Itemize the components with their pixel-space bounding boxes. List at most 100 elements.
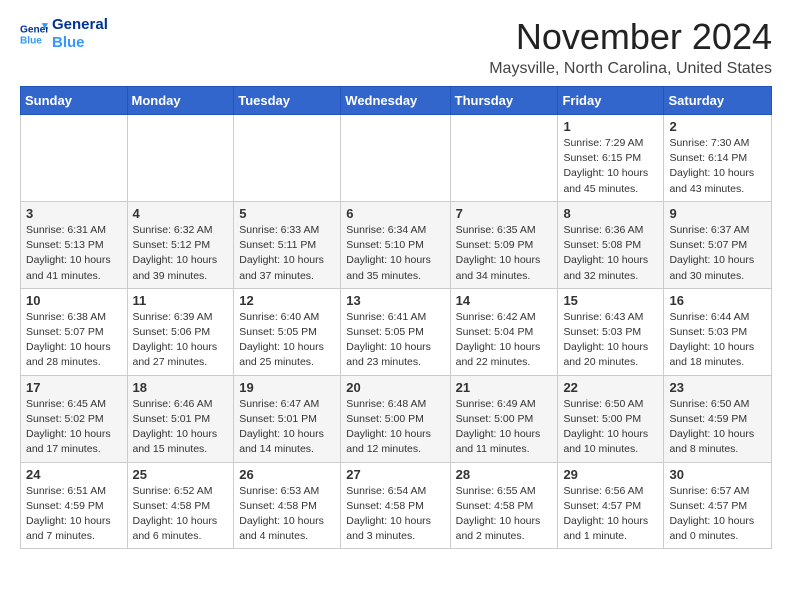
day-detail: Sunrise: 6:44 AM Sunset: 5:03 PM Dayligh… [669,311,754,369]
day-detail: Sunrise: 6:36 AM Sunset: 5:08 PM Dayligh… [563,224,648,282]
calendar-table: SundayMondayTuesdayWednesdayThursdayFrid… [20,86,772,549]
logo-general: General [52,16,108,34]
day-detail: Sunrise: 6:51 AM Sunset: 4:59 PM Dayligh… [26,485,111,543]
day-detail: Sunrise: 6:48 AM Sunset: 5:00 PM Dayligh… [346,398,431,456]
day-detail: Sunrise: 6:50 AM Sunset: 5:00 PM Dayligh… [563,398,648,456]
day-number: 30 [669,467,766,482]
day-number: 29 [563,467,658,482]
weekday-header: Friday [558,87,664,115]
weekday-header: Saturday [664,87,772,115]
day-number: 18 [133,380,229,395]
calendar-week: 17 Sunrise: 6:45 AM Sunset: 5:02 PM Dayli… [21,375,772,462]
logo: General Blue General Blue [20,16,108,52]
calendar-cell [341,115,450,202]
calendar-cell: 29 Sunrise: 6:56 AM Sunset: 4:57 PM Dayli… [558,462,664,549]
day-number: 24 [26,467,122,482]
day-detail: Sunrise: 6:50 AM Sunset: 4:59 PM Dayligh… [669,398,754,456]
day-detail: Sunrise: 6:57 AM Sunset: 4:57 PM Dayligh… [669,485,754,543]
calendar-cell: 6Sunrise: 6:34 AM Sunset: 5:10 PM Daylig… [341,201,450,288]
day-number: 3 [26,206,122,221]
calendar-cell: 10 Sunrise: 6:38 AM Sunset: 5:07 PM Dayli… [21,288,128,375]
day-detail: Sunrise: 6:53 AM Sunset: 4:58 PM Dayligh… [239,485,324,543]
calendar-cell: 7 Sunrise: 6:35 AM Sunset: 5:09 PM Daylig… [450,201,558,288]
day-number: 4 [133,206,229,221]
logo-icon: General Blue [20,20,48,48]
calendar-cell [234,115,341,202]
day-number: 11 [133,293,229,308]
calendar-cell: 30 Sunrise: 6:57 AM Sunset: 4:57 PM Dayli… [664,462,772,549]
calendar-cell: 8 Sunrise: 6:36 AM Sunset: 5:08 PM Daylig… [558,201,664,288]
page-container: General Blue General Blue November 2024 … [0,0,792,569]
day-number: 7 [456,206,553,221]
day-detail: Sunrise: 6:32 AM Sunset: 5:12 PM Dayligh… [133,224,218,282]
calendar-cell: 12 Sunrise: 6:40 AM Sunset: 5:05 PM Dayli… [234,288,341,375]
day-detail: Sunrise: 6:42 AM Sunset: 5:04 PM Dayligh… [456,311,541,369]
location: Maysville, North Carolina, United States [489,60,772,78]
day-number: 10 [26,293,122,308]
svg-text:Blue: Blue [20,35,42,46]
weekday-header: Sunday [21,87,128,115]
day-number: 27 [346,467,444,482]
calendar-cell: 11 Sunrise: 6:39 AM Sunset: 5:06 PM Dayli… [127,288,234,375]
calendar-cell: 16Sunrise: 6:44 AM Sunset: 5:03 PM Dayli… [664,288,772,375]
day-detail: Sunrise: 6:45 AM Sunset: 5:02 PM Dayligh… [26,398,111,456]
calendar-cell: 15Sunrise: 6:43 AM Sunset: 5:03 PM Dayli… [558,288,664,375]
day-detail: Sunrise: 6:39 AM Sunset: 5:06 PM Dayligh… [133,311,218,369]
calendar-header: SundayMondayTuesdayWednesdayThursdayFrid… [21,87,772,115]
day-detail: Sunrise: 6:56 AM Sunset: 4:57 PM Dayligh… [563,485,648,543]
day-detail: Sunrise: 6:41 AM Sunset: 5:05 PM Dayligh… [346,311,431,369]
day-number: 14 [456,293,553,308]
day-number: 23 [669,380,766,395]
day-detail: Sunrise: 6:47 AM Sunset: 5:01 PM Dayligh… [239,398,324,456]
day-detail: Sunrise: 6:33 AM Sunset: 5:11 PM Dayligh… [239,224,324,282]
day-number: 21 [456,380,553,395]
day-number: 22 [563,380,658,395]
calendar-body: 1Sunrise: 7:29 AM Sunset: 6:15 PM Daylig… [21,115,772,549]
day-number: 2 [669,119,766,134]
calendar-cell: 18 Sunrise: 6:46 AM Sunset: 5:01 PM Dayli… [127,375,234,462]
day-detail: Sunrise: 6:31 AM Sunset: 5:13 PM Dayligh… [26,224,111,282]
calendar-cell: 27 Sunrise: 6:54 AM Sunset: 4:58 PM Dayli… [341,462,450,549]
calendar-cell: 22 Sunrise: 6:50 AM Sunset: 5:00 PM Dayli… [558,375,664,462]
calendar-cell: 14 Sunrise: 6:42 AM Sunset: 5:04 PM Dayli… [450,288,558,375]
calendar-cell: 4 Sunrise: 6:32 AM Sunset: 5:12 PM Daylig… [127,201,234,288]
calendar-cell [127,115,234,202]
day-detail: Sunrise: 6:43 AM Sunset: 5:03 PM Dayligh… [563,311,648,369]
day-number: 20 [346,380,444,395]
day-detail: Sunrise: 6:46 AM Sunset: 5:01 PM Dayligh… [133,398,218,456]
calendar-cell: 24 Sunrise: 6:51 AM Sunset: 4:59 PM Dayli… [21,462,128,549]
calendar-cell: 21 Sunrise: 6:49 AM Sunset: 5:00 PM Dayli… [450,375,558,462]
calendar-cell: 26Sunrise: 6:53 AM Sunset: 4:58 PM Dayli… [234,462,341,549]
calendar-week: 24 Sunrise: 6:51 AM Sunset: 4:59 PM Dayli… [21,462,772,549]
day-detail: Sunrise: 6:55 AM Sunset: 4:58 PM Dayligh… [456,485,541,543]
day-number: 12 [239,293,335,308]
day-number: 9 [669,206,766,221]
calendar-cell: 20 Sunrise: 6:48 AM Sunset: 5:00 PM Dayli… [341,375,450,462]
day-detail: Sunrise: 6:49 AM Sunset: 5:00 PM Dayligh… [456,398,541,456]
day-number: 17 [26,380,122,395]
calendar-cell [21,115,128,202]
day-detail: Sunrise: 6:34 AM Sunset: 5:10 PM Dayligh… [346,224,431,282]
day-detail: Sunrise: 6:38 AM Sunset: 5:07 PM Dayligh… [26,311,111,369]
day-detail: Sunrise: 6:37 AM Sunset: 5:07 PM Dayligh… [669,224,754,282]
day-detail: Sunrise: 7:29 AM Sunset: 6:15 PM Dayligh… [563,137,648,195]
header: General Blue General Blue November 2024 … [20,16,772,78]
day-detail: Sunrise: 6:52 AM Sunset: 4:58 PM Dayligh… [133,485,218,543]
day-number: 8 [563,206,658,221]
weekday-header: Wednesday [341,87,450,115]
calendar-week: 3 Sunrise: 6:31 AM Sunset: 5:13 PM Daylig… [21,201,772,288]
day-detail: Sunrise: 6:54 AM Sunset: 4:58 PM Dayligh… [346,485,431,543]
calendar-cell: 23 Sunrise: 6:50 AM Sunset: 4:59 PM Dayli… [664,375,772,462]
day-detail: Sunrise: 6:40 AM Sunset: 5:05 PM Dayligh… [239,311,324,369]
calendar-cell [450,115,558,202]
month-title: November 2024 [489,16,772,58]
calendar-cell: 3 Sunrise: 6:31 AM Sunset: 5:13 PM Daylig… [21,201,128,288]
weekday-header: Tuesday [234,87,341,115]
day-detail: Sunrise: 6:35 AM Sunset: 5:09 PM Dayligh… [456,224,541,282]
day-number: 25 [133,467,229,482]
logo-blue: Blue [52,34,108,52]
day-detail: Sunrise: 7:30 AM Sunset: 6:14 PM Dayligh… [669,137,754,195]
calendar-week: 1Sunrise: 7:29 AM Sunset: 6:15 PM Daylig… [21,115,772,202]
day-number: 19 [239,380,335,395]
calendar-cell: 17 Sunrise: 6:45 AM Sunset: 5:02 PM Dayli… [21,375,128,462]
